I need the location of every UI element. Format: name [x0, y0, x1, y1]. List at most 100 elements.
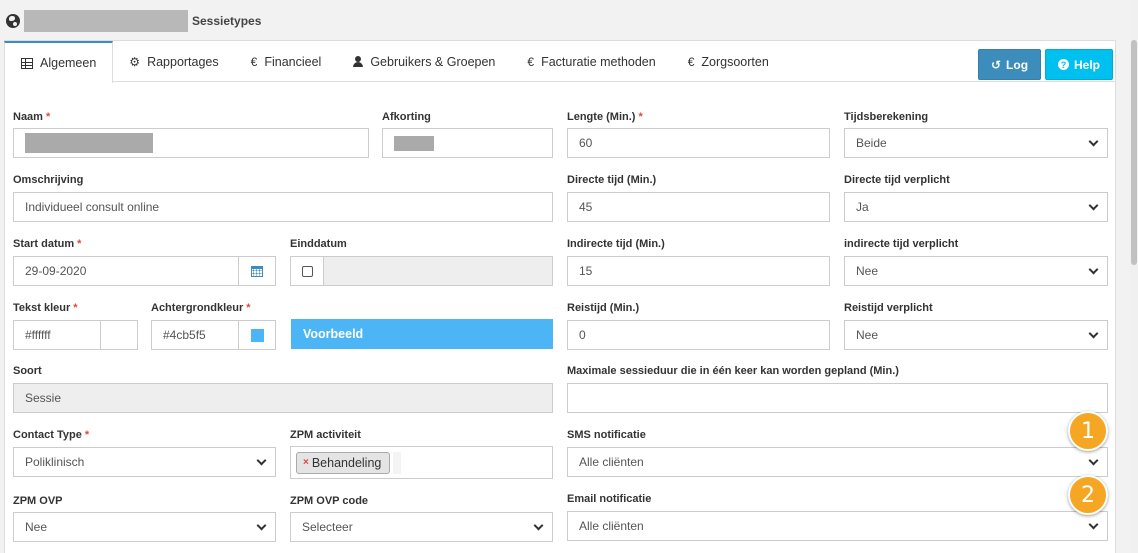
einddatum-label: Einddatum — [290, 238, 347, 250]
tab-facturatie-methoden[interactable]: € Facturatie methoden — [511, 41, 671, 82]
select-value: Beide — [856, 136, 887, 150]
directe-tijd-input[interactable]: 45 — [567, 192, 830, 222]
tab-label: Zorgsoorten — [701, 54, 769, 69]
chevron-down-icon — [1088, 136, 1099, 147]
zpm-activiteit-multiselect[interactable]: × Behandeling — [290, 446, 553, 479]
start-datum-input[interactable]: 29-09-2020 — [13, 256, 240, 286]
tab-bar: Algemeen ⚙ Rapportages € Financieel Gebr… — [4, 41, 1115, 83]
sms-notificatie-label: SMS notificatie — [567, 429, 646, 441]
preview-box: Voorbeeld — [291, 319, 553, 349]
tab-algemeen[interactable]: Algemeen — [4, 41, 114, 83]
contact-type-select[interactable]: Poliklinisch — [13, 447, 276, 477]
select-value: Ja — [856, 200, 869, 214]
tab-financieel[interactable]: € Financieel — [235, 41, 338, 82]
naam-input[interactable] — [13, 128, 369, 158]
zpm-ovp-label: ZPM OVP — [13, 495, 63, 507]
reistijd-label: Reistijd (Min.) — [567, 302, 640, 314]
achtergrondkleur-input[interactable]: #4cb5f5 — [151, 320, 240, 350]
select-value: Nee — [856, 264, 879, 278]
tab-gebruikers-groepen[interactable]: Gebruikers & Groepen — [337, 41, 511, 82]
history-icon: ↺ — [990, 57, 1002, 72]
select-value: Nee — [856, 328, 879, 342]
redacted-breadcrumb-link[interactable] — [24, 10, 188, 32]
zpm-activiteit-label: ZPM activiteit — [290, 429, 361, 441]
indirecte-tijd-verplicht-select[interactable]: Nee — [844, 256, 1108, 286]
remove-tag-icon[interactable]: × — [303, 457, 309, 468]
email-notificatie-select[interactable]: Alle cliënten — [567, 511, 1108, 541]
directe-tijd-verplicht-label: Directe tijd verplicht — [844, 174, 950, 186]
table-icon — [21, 57, 33, 69]
color-swatch — [112, 328, 126, 342]
selected-tag: × Behandeling — [296, 451, 391, 474]
globe-icon — [6, 14, 20, 28]
euro-icon: € — [250, 54, 258, 69]
einddatum-checkbox-wrap — [290, 256, 324, 286]
reistijd-input[interactable]: 0 — [567, 320, 830, 350]
indirecte-tijd-verplicht-label: indirecte tijd verplicht — [844, 238, 959, 250]
start-datum-label: Start datum * — [13, 238, 82, 250]
select-value: Selecteer — [302, 520, 353, 534]
scrollbar[interactable] — [1130, 0, 1138, 553]
directe-tijd-verplicht-select[interactable]: Ja — [844, 192, 1108, 222]
lengte-label: Lengte (Min.) * — [567, 111, 643, 123]
tab-label: Financieel — [264, 54, 322, 69]
omschrijving-label: Omschrijving — [13, 174, 84, 186]
indirecte-tijd-input[interactable]: 15 — [567, 256, 830, 286]
tab-label: Facturatie methoden — [541, 54, 656, 69]
email-notificatie-label: Email notificatie — [567, 493, 652, 505]
euro-icon: € — [527, 54, 535, 69]
select-value: Alle cliënten — [579, 519, 644, 533]
help-button[interactable]: ? Help — [1045, 49, 1113, 80]
tekst-kleur-label: Tekst kleur * — [13, 302, 78, 314]
tab-label: Rapportages — [147, 54, 219, 69]
redacted-value — [394, 135, 434, 151]
max-sessieduur-input[interactable] — [567, 383, 1108, 413]
search-field[interactable] — [393, 451, 402, 474]
lengte-input[interactable]: 60 — [567, 128, 830, 158]
select-value: Nee — [25, 520, 48, 534]
achtergrondkleur-picker[interactable] — [238, 320, 276, 350]
indirecte-tijd-label: Indirecte tijd (Min.) — [567, 238, 665, 250]
chevron-down-icon — [256, 455, 267, 466]
select-value: Alle cliënten — [579, 455, 644, 469]
chevron-down-icon — [1088, 264, 1099, 275]
zpm-ovp-code-select[interactable]: Selecteer — [290, 512, 553, 542]
reistijd-verplicht-select[interactable]: Nee — [844, 320, 1108, 350]
zpm-ovp-code-label: ZPM OVP code — [290, 495, 369, 507]
tekst-kleur-picker[interactable] — [100, 320, 138, 350]
breadcrumb-page: Sessietypes — [192, 14, 262, 28]
soort-input: Sessie — [13, 383, 553, 413]
log-button-label: Log — [1006, 57, 1029, 72]
zpm-ovp-select[interactable]: Nee — [13, 512, 276, 542]
euro-icon: € — [687, 54, 695, 69]
chevron-down-icon — [256, 520, 267, 531]
achtergrondkleur-label: Achtergrondkleur * — [151, 302, 251, 314]
tag-label: Behandeling — [311, 455, 382, 470]
omschrijving-input[interactable]: Individueel consult online — [13, 192, 553, 222]
sessietype-panel: Algemeen ⚙ Rapportages € Financieel Gebr… — [4, 40, 1116, 553]
sms-notificatie-select[interactable]: Alle cliënten — [567, 447, 1108, 477]
tab-zorgsoorten[interactable]: € Zorgsoorten — [672, 41, 785, 82]
calendar-button[interactable] — [238, 256, 276, 286]
select-value: Poliklinisch — [25, 455, 85, 469]
user-icon — [353, 56, 364, 67]
tab-label: Algemeen — [40, 56, 97, 70]
annotation-badge-2: 2 — [1068, 475, 1108, 515]
log-button[interactable]: ↺ Log — [978, 49, 1041, 80]
max-sessieduur-label: Maximale sessieduur die in één keer kan … — [567, 365, 899, 377]
calendar-icon — [251, 265, 263, 277]
tijdsberekening-select[interactable]: Beide — [844, 128, 1108, 158]
reistijd-verplicht-label: Reistijd verplicht — [844, 302, 933, 314]
color-swatch — [250, 328, 264, 342]
tekst-kleur-input[interactable]: #ffffff — [13, 320, 102, 350]
afkorting-input[interactable] — [382, 128, 553, 158]
breadcrumb: Sessietypes — [6, 10, 261, 32]
contact-type-label: Contact Type * — [13, 429, 90, 441]
directe-tijd-label: Directe tijd (Min.) — [567, 174, 657, 186]
scrollbar-thumb[interactable] — [1131, 40, 1137, 265]
tijdsberekening-label: Tijdsberekening — [844, 111, 929, 123]
einddatum-input — [323, 256, 553, 286]
afkorting-label: Afkorting — [382, 111, 431, 123]
einddatum-checkbox[interactable] — [301, 265, 313, 277]
tab-rapportages[interactable]: ⚙ Rapportages — [113, 41, 234, 82]
